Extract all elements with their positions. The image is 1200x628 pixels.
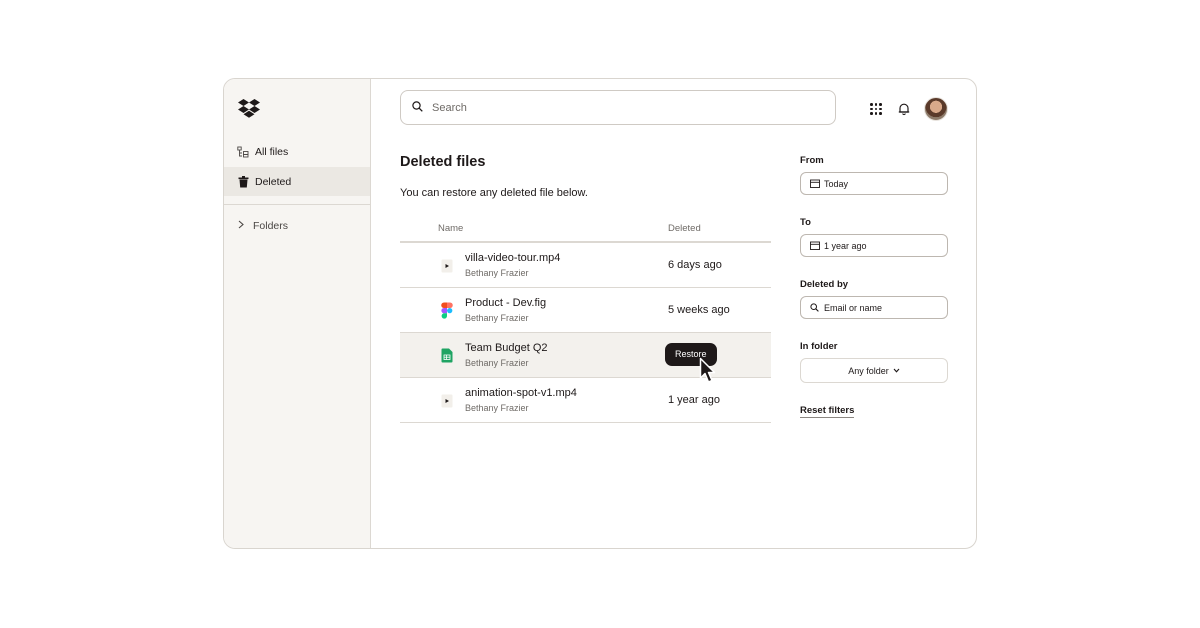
sidebar-item-deleted[interactable]: Deleted [224, 167, 370, 196]
to-date-field[interactable]: 1 year ago [800, 234, 948, 257]
file-owner: Bethany Frazier [465, 313, 529, 323]
sidebar-item-label: Folders [253, 219, 289, 232]
app-window: All files Deleted Folders Search Deleted… [223, 78, 977, 549]
search-icon [810, 303, 820, 313]
video-file-icon [440, 392, 454, 409]
top-right-actions [870, 97, 948, 121]
apps-grid-icon[interactable] [870, 103, 882, 115]
chevron-right-icon [238, 220, 244, 232]
calendar-icon [810, 179, 820, 189]
page-title: Deleted files [400, 154, 486, 170]
file-owner: Bethany Frazier [465, 403, 529, 413]
from-label: From [800, 155, 824, 166]
in-folder-label: In folder [800, 341, 838, 352]
table-row[interactable]: Team Budget Q2 Bethany Frazier Restore [400, 333, 771, 383]
calendar-icon [810, 241, 820, 251]
search-bar[interactable] [400, 90, 836, 125]
search-input[interactable] [432, 101, 812, 114]
table-row[interactable]: animation-spot-v1.mp4 Bethany Frazier 1 … [400, 378, 771, 423]
to-date-value: 1 year ago [824, 240, 867, 251]
sidebar-divider [224, 204, 370, 205]
dropbox-logo-icon[interactable] [238, 98, 260, 118]
column-header-deleted[interactable]: Deleted [668, 223, 701, 234]
file-owner: Bethany Frazier [465, 268, 529, 278]
bell-icon[interactable] [897, 102, 911, 116]
to-label: To [800, 217, 811, 228]
in-folder-select[interactable]: Any folder [800, 358, 948, 383]
table-header: Name Deleted [400, 219, 771, 243]
page-subtitle: You can restore any deleted file below. [400, 187, 588, 199]
table-row[interactable]: Product - Dev.fig Bethany Frazier 5 week… [400, 288, 771, 333]
in-folder-value: Any folder [848, 365, 889, 376]
sidebar-item-label: Deleted [255, 175, 292, 188]
deleted-by-field[interactable] [800, 296, 948, 319]
video-file-icon [440, 257, 454, 274]
file-name[interactable]: animation-spot-v1.mp4 [465, 387, 577, 399]
deleted-time: 1 year ago [668, 394, 720, 406]
deleted-time: 6 days ago [668, 259, 722, 271]
from-date-value: Today [824, 178, 849, 189]
from-date-field[interactable]: Today [800, 172, 948, 195]
avatar[interactable] [924, 97, 948, 121]
file-name[interactable]: Product - Dev.fig [465, 297, 546, 309]
reset-filters-link[interactable]: Reset filters [800, 405, 855, 418]
sidebar: All files Deleted Folders [224, 79, 371, 548]
sidebar-item-all-files[interactable]: All files [224, 137, 370, 166]
search-icon [412, 99, 423, 117]
column-header-name[interactable]: Name [438, 223, 463, 234]
deleted-by-label: Deleted by [800, 279, 849, 290]
sidebar-item-label: All files [255, 145, 289, 158]
sheets-file-icon [440, 347, 454, 364]
deleted-files-table: Name Deleted villa-video-tour.mp4 Bethan… [400, 219, 771, 423]
trash-icon [237, 175, 249, 188]
sidebar-item-folders[interactable]: Folders [224, 211, 370, 240]
file-name[interactable]: Team Budget Q2 [465, 342, 548, 354]
file-name[interactable]: villa-video-tour.mp4 [465, 252, 560, 264]
deleted-by-input[interactable] [824, 302, 934, 313]
all-files-icon [237, 146, 249, 158]
file-owner: Bethany Frazier [465, 358, 529, 368]
figma-file-icon [440, 302, 454, 319]
deleted-time: 5 weeks ago [668, 304, 730, 316]
chevron-down-icon [893, 366, 900, 375]
table-row[interactable]: villa-video-tour.mp4 Bethany Frazier 6 d… [400, 243, 771, 288]
